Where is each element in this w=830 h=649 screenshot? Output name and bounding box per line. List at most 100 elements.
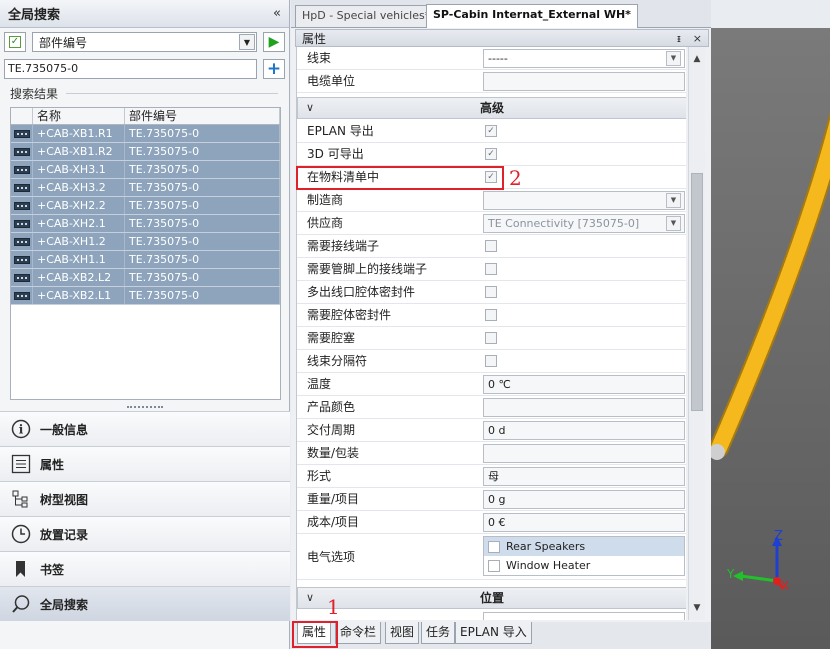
pin-icon[interactable]: ᵻ	[677, 32, 681, 45]
need-pin-terminal-checkbox[interactable]	[485, 263, 497, 275]
option-checkbox[interactable]	[488, 540, 500, 553]
list-item[interactable]: Window Heater	[484, 556, 684, 575]
nav-bookmarks[interactable]: 书签	[0, 551, 290, 586]
add-search-button[interactable]: +	[263, 59, 285, 79]
table-row[interactable]: +CAB-XB2.L1 TE.735075-0	[11, 287, 280, 305]
tab-hpd-special-vehicles[interactable]: HpD - Special vehicles*	[295, 5, 438, 27]
close-icon[interactable]: ×	[693, 32, 702, 45]
row-name: +CAB-XB2.L1	[33, 287, 125, 304]
product-color-field[interactable]	[483, 398, 685, 417]
chevron-down-icon[interactable]: ▼	[666, 51, 681, 66]
prop-cost: 成本/项目 0 €	[297, 511, 686, 534]
nav-general-info[interactable]: i 一般信息	[0, 411, 290, 446]
row-name: +CAB-XH1.2	[33, 233, 125, 250]
tab-tasks[interactable]: 任务	[421, 622, 456, 644]
table-row[interactable]: +CAB-XB1.R2 TE.735075-0	[11, 143, 280, 161]
filter-field-select[interactable]: 部件编号 ▼	[32, 32, 257, 52]
cost-field[interactable]: 0 €	[483, 513, 685, 532]
prop-need-terminal: 需要接线端子	[297, 235, 686, 258]
row-part-number: TE.735075-0	[125, 251, 280, 268]
nav-placement-history[interactable]: 放置记录	[0, 516, 290, 551]
search-input[interactable]: TE.735075-0	[4, 59, 257, 79]
scroll-thumb[interactable]	[691, 173, 703, 411]
nav-properties[interactable]: 属性	[0, 446, 290, 481]
table-row[interactable]: +CAB-XB1.R1 TE.735075-0	[11, 125, 280, 143]
property-scrollbar[interactable]: ▲ ▼	[688, 47, 705, 620]
table-row[interactable]: +CAB-XH1.2 TE.735075-0	[11, 233, 280, 251]
prop-temperature: 温度 0 ℃	[297, 373, 686, 396]
chevron-down-icon[interactable]: ▼	[666, 216, 681, 231]
properties-pane: HpD - Special vehicles* SP-Cabin Interna…	[291, 0, 711, 649]
position-field[interactable]	[483, 612, 685, 620]
tab-command-bar[interactable]: 命令栏	[335, 622, 382, 644]
manufacturer-select[interactable]: ▼	[483, 191, 685, 210]
temperature-field[interactable]: 0 ℃	[483, 375, 685, 394]
prop-separator: 线束分隔符	[297, 350, 686, 373]
cable-unit-field[interactable]	[483, 72, 685, 91]
annotation-box-in-bom	[296, 166, 504, 190]
prop-multi-seal: 多出线口腔体密封件	[297, 281, 686, 304]
table-row[interactable]: +CAB-XH3.2 TE.735075-0	[11, 179, 280, 197]
properties-title: 属性	[302, 31, 327, 46]
svg-text:i: i	[19, 423, 24, 437]
prop-need-plug: 需要腔塞	[297, 327, 686, 350]
nav-tree-view[interactable]: 树型视图	[0, 481, 290, 516]
need-seal-checkbox[interactable]	[485, 309, 497, 321]
annotation-box-properties-tab	[292, 621, 338, 648]
row-name: +CAB-XH3.2	[33, 179, 125, 196]
option-checkbox[interactable]	[488, 559, 500, 572]
table-row[interactable]: +CAB-XH3.1 TE.735075-0	[11, 161, 280, 179]
scroll-up-icon[interactable]: ▲	[689, 51, 705, 67]
form-field[interactable]: 母	[483, 467, 685, 486]
section-position[interactable]: ∨ 位置	[297, 587, 686, 609]
prop-position-row	[297, 610, 686, 620]
axis-label-z: Z	[774, 529, 783, 544]
list-item[interactable]: Rear Speakers	[484, 537, 684, 556]
supplier-select[interactable]: TE Connectivity [735075-0] ▼	[483, 214, 685, 233]
row-part-number: TE.735075-0	[125, 125, 280, 142]
column-header-part[interactable]: 部件编号	[125, 108, 280, 124]
qty-pack-field[interactable]	[483, 444, 685, 463]
section-advanced[interactable]: ∨ 高级	[297, 97, 686, 119]
table-row[interactable]: +CAB-XH1.1 TE.735075-0	[11, 251, 280, 269]
exportable-3d-checkbox[interactable]: ✓	[485, 148, 497, 160]
prop-3d-exportable: 3D 可导出 ✓	[297, 143, 686, 166]
plus-icon: +	[266, 59, 282, 79]
tab-eplan-import[interactable]: EPLAN 导入	[455, 622, 532, 644]
wire-harness-select[interactable]: ----- ▼	[483, 49, 685, 68]
row-name: +CAB-XB2.L2	[33, 269, 125, 286]
prop-need-seal: 需要腔体密封件	[297, 304, 686, 327]
tab-view[interactable]: 视图	[385, 622, 420, 644]
cable-icon	[11, 197, 33, 214]
cable-icon	[11, 179, 33, 196]
nav-global-search[interactable]: 全局搜索	[0, 586, 290, 621]
collapse-icon[interactable]: «	[273, 6, 281, 21]
filter-toggle-button[interactable]: ✓	[4, 32, 26, 52]
row-part-number: TE.735075-0	[125, 143, 280, 160]
global-search-header: 全局搜索 «	[0, 0, 289, 28]
prop-eplan-export: EPLAN 导出 ✓	[297, 120, 686, 143]
tab-sp-cabin[interactable]: SP-Cabin Internat_External WH*	[426, 4, 638, 28]
need-plug-checkbox[interactable]	[485, 332, 497, 344]
chevron-down-icon[interactable]: ▼	[666, 193, 681, 208]
3d-viewport[interactable]: Z Y X	[711, 28, 830, 649]
properties-title-bar: 属性 ᵻ ×	[295, 29, 709, 47]
multi-seal-checkbox[interactable]	[485, 286, 497, 298]
separator-checkbox[interactable]	[485, 355, 497, 367]
cable-icon	[11, 233, 33, 250]
prop-product-color: 产品颜色	[297, 396, 686, 419]
table-row[interactable]: +CAB-XH2.1 TE.735075-0	[11, 215, 280, 233]
run-search-button[interactable]: ▶	[263, 32, 285, 52]
need-terminal-checkbox[interactable]	[485, 240, 497, 252]
column-header-name[interactable]: 名称	[33, 108, 125, 124]
scroll-down-icon[interactable]: ▼	[689, 600, 705, 616]
delivery-field[interactable]: 0 d	[483, 421, 685, 440]
weight-field[interactable]: 0 g	[483, 490, 685, 509]
electric-options-list[interactable]: Rear Speakers Window Heater	[483, 536, 685, 576]
row-name: +CAB-XH2.1	[33, 215, 125, 232]
table-row[interactable]: +CAB-XH2.2 TE.735075-0	[11, 197, 280, 215]
chevron-down-icon[interactable]: ▼	[239, 34, 255, 50]
eplan-export-checkbox[interactable]: ✓	[485, 125, 497, 137]
table-row[interactable]: +CAB-XB2.L2 TE.735075-0	[11, 269, 280, 287]
panel-splitter[interactable]	[0, 404, 290, 410]
